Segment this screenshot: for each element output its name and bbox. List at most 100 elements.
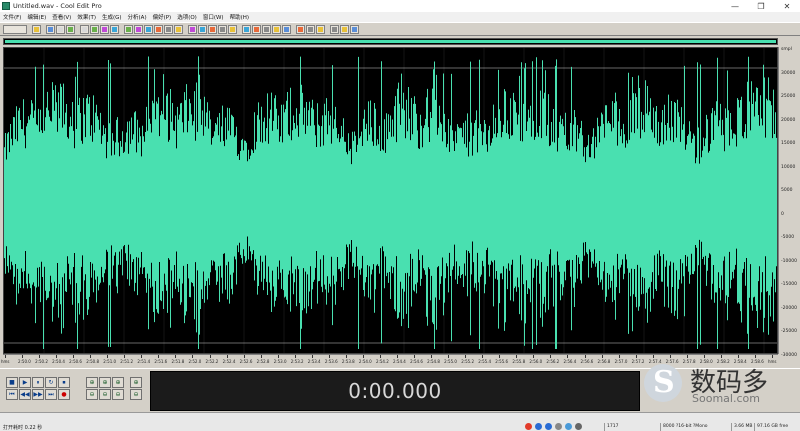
tray-icon-6[interactable] bbox=[575, 423, 582, 430]
title-bar: Untitled.wav - Cool Edit Pro — ❐ ✕ bbox=[0, 0, 800, 12]
tray-icon-3[interactable] bbox=[545, 423, 552, 430]
window-title: Untitled.wav - Cool Edit Pro bbox=[13, 2, 102, 10]
time-label: 2:51.0 bbox=[103, 359, 117, 364]
time-tick bbox=[550, 355, 552, 358]
toolbar-button-23-icon[interactable] bbox=[282, 24, 291, 34]
time-tick bbox=[124, 355, 126, 358]
toolbar-button-20-icon[interactable] bbox=[252, 24, 261, 34]
toolbar-button-26-icon[interactable] bbox=[316, 24, 325, 34]
loop-button[interactable]: ↻ bbox=[45, 377, 57, 388]
overview-range[interactable] bbox=[5, 40, 776, 43]
zoom-out-horizontal-button[interactable]: ⊖ bbox=[86, 389, 98, 400]
menu-effects[interactable]: 效果(T) bbox=[77, 13, 96, 21]
go-end-button[interactable]: ⏭ bbox=[45, 389, 57, 400]
time-label: 2:56.0 bbox=[529, 359, 543, 364]
minimize-button[interactable]: — bbox=[722, 0, 748, 12]
menu-favorites[interactable]: 偏好(P) bbox=[153, 13, 172, 21]
time-readout: 0:00.000 bbox=[348, 379, 442, 403]
overview-bar[interactable] bbox=[3, 38, 778, 45]
tray-icon-4[interactable] bbox=[555, 423, 562, 430]
amplitude-label: smpl bbox=[781, 47, 792, 52]
toolbar-glyph-icon bbox=[146, 26, 151, 32]
toolbar-button-1-icon[interactable] bbox=[46, 24, 55, 34]
toolbar-button-15-icon[interactable] bbox=[198, 24, 207, 34]
time-label: 2:53.8 bbox=[341, 359, 355, 364]
tray-icon-2[interactable] bbox=[535, 423, 542, 430]
restore-button[interactable]: ❐ bbox=[748, 0, 774, 12]
toolbar-button-12-icon[interactable] bbox=[164, 24, 173, 34]
toolbar-button-4-icon[interactable] bbox=[80, 24, 89, 34]
toolbar-button-6-icon[interactable] bbox=[100, 24, 109, 34]
time-tick bbox=[703, 355, 705, 358]
time-tick bbox=[431, 355, 433, 358]
toolbar-glyph-icon bbox=[58, 26, 63, 32]
rewind-button[interactable]: ◀◀ bbox=[19, 389, 31, 400]
time-tick bbox=[601, 355, 603, 358]
toolbar-glyph-icon bbox=[308, 26, 313, 32]
toolbar-button-11-icon[interactable] bbox=[154, 24, 163, 34]
toolbar-glyph-icon bbox=[68, 26, 73, 32]
toolbar-glyph-icon bbox=[274, 26, 279, 32]
toolbar-button-13-icon[interactable] bbox=[174, 24, 183, 34]
toolbar-button-8-icon[interactable] bbox=[124, 24, 133, 34]
toolbar-button-5-icon[interactable] bbox=[90, 24, 99, 34]
toolbar-button-25-icon[interactable] bbox=[306, 24, 315, 34]
toggle-view-button[interactable] bbox=[3, 24, 27, 34]
menu-analyze[interactable]: 分析(A) bbox=[128, 13, 147, 21]
fast-forward-button[interactable]: ▶▶ bbox=[32, 389, 44, 400]
toolbar-button-24-icon[interactable] bbox=[296, 24, 305, 34]
zoom-out-full-button[interactable]: ⊖ bbox=[99, 389, 111, 400]
tray-icon-1[interactable] bbox=[525, 423, 532, 430]
toolbar-button-14-icon[interactable] bbox=[188, 24, 197, 34]
toolbar-button-18-icon[interactable] bbox=[228, 24, 237, 34]
stop-button[interactable]: ■ bbox=[6, 377, 18, 388]
toolbar-glyph-icon bbox=[342, 26, 347, 32]
toolbar-button-21-icon[interactable] bbox=[262, 24, 271, 34]
amplitude-label: 5000 bbox=[781, 188, 793, 193]
toolbar-button-28-icon[interactable] bbox=[340, 24, 349, 34]
close-button[interactable]: ✕ bbox=[774, 0, 800, 12]
menu-window[interactable]: 窗口(W) bbox=[203, 13, 224, 21]
menu-generate[interactable]: 生成(G) bbox=[102, 13, 122, 21]
zoom-selection-button[interactable]: ⊕ bbox=[112, 377, 124, 388]
toolbar-button-19-icon[interactable] bbox=[242, 24, 251, 34]
toolbar-glyph-icon bbox=[92, 26, 97, 32]
zoom-in-vertical-button[interactable]: ⊕ bbox=[130, 377, 142, 388]
play-button[interactable]: ▶ bbox=[19, 377, 31, 388]
menu-help[interactable]: 帮助(H) bbox=[230, 13, 249, 21]
menu-view[interactable]: 查看(V) bbox=[52, 13, 71, 21]
waveform-canvas[interactable] bbox=[4, 48, 778, 354]
toolbar-button-29-icon[interactable] bbox=[350, 24, 359, 34]
toolbar-button-27-icon[interactable] bbox=[330, 24, 339, 34]
toolbar-button-3-icon[interactable] bbox=[66, 24, 75, 34]
time-label: 2:54.8 bbox=[427, 359, 440, 364]
time-tick bbox=[22, 355, 24, 358]
menu-options[interactable]: 选项(O) bbox=[177, 13, 197, 21]
menu-file[interactable]: 文件(F) bbox=[3, 13, 21, 21]
time-tick bbox=[90, 355, 92, 358]
toolbar-button-0-icon[interactable] bbox=[32, 24, 41, 34]
go-start-button[interactable]: ⏮ bbox=[6, 389, 18, 400]
toolbar-glyph-icon bbox=[166, 26, 171, 32]
toolbar-button-9-icon[interactable] bbox=[134, 24, 143, 34]
pause-button[interactable]: ⏸ bbox=[32, 377, 44, 388]
play-to-end-button[interactable]: ⏹ bbox=[58, 377, 70, 388]
time-label: 2:55.6 bbox=[495, 359, 509, 364]
toolbar-button-2-icon[interactable] bbox=[56, 24, 65, 34]
zoom-out-vertical-alt-button[interactable]: ⊖ bbox=[130, 389, 142, 400]
tray-icon-5[interactable] bbox=[565, 423, 572, 430]
toolbar-glyph-icon bbox=[264, 26, 269, 32]
toolbar-button-7-icon[interactable] bbox=[110, 24, 119, 34]
waveform-display[interactable] bbox=[3, 47, 778, 354]
zoom-out-vertical-button[interactable]: ⊖ bbox=[112, 389, 124, 400]
record-button[interactable]: ● bbox=[58, 389, 70, 400]
toolbar-button-22-icon[interactable] bbox=[272, 24, 281, 34]
toolbar-button-16-icon[interactable] bbox=[208, 24, 217, 34]
toolbar-button-17-icon[interactable] bbox=[218, 24, 227, 34]
menu-edit[interactable]: 编辑(E) bbox=[27, 13, 46, 21]
watermark-en: Soomal.com bbox=[692, 392, 760, 405]
time-label: 2:55.0 bbox=[444, 359, 457, 364]
toolbar-button-10-icon[interactable] bbox=[144, 24, 153, 34]
zoom-in-full-button[interactable]: ⊕ bbox=[99, 377, 111, 388]
zoom-in-horizontal-button[interactable]: ⊕ bbox=[86, 377, 98, 388]
